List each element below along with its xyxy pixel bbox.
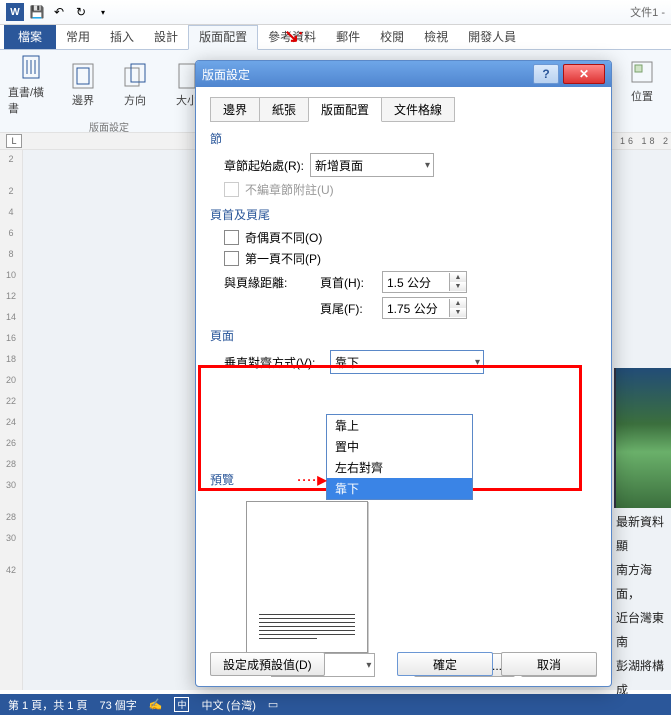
section-header: 節 (210, 130, 597, 147)
orientation-button[interactable]: 直書/橫書 (8, 52, 54, 116)
dialog-body: 邊界 紙張 版面配置 文件格線 節 章節起始處(R): 新增頁面 不編章節附註(… (196, 87, 611, 686)
cancel-button[interactable]: 取消 (501, 652, 597, 676)
tab-file[interactable]: 檔案 (4, 25, 56, 49)
dlg-tab-paper[interactable]: 紙張 (259, 97, 309, 122)
set-default-button[interactable]: 設定成預設值(D) (210, 652, 325, 676)
tab-insert[interactable]: 插入 (100, 26, 144, 49)
help-button[interactable]: ? (533, 64, 559, 84)
text-direction-icon (17, 54, 45, 82)
vertical-ruler: 224681012141618202224262830283042 (0, 150, 23, 690)
tab-developer[interactable]: 開發人員 (458, 26, 526, 49)
page-setup-dialog: 版面設定 ? ✕ 邊界 紙張 版面配置 文件格線 節 章節起始處(R): 新增頁… (195, 60, 612, 687)
tab-design[interactable]: 設計 (144, 26, 188, 49)
valign-select[interactable]: 靠下 (330, 350, 484, 374)
position-icon (628, 58, 656, 86)
section-start-select[interactable]: 新增頁面 (310, 153, 434, 177)
first-page-label: 第一頁不同(P) (245, 250, 321, 267)
header-distance-spinner[interactable]: 1.5 公分▲▼ (382, 271, 467, 293)
tab-mailings[interactable]: 郵件 (326, 26, 370, 49)
preview-label: 預覽 (210, 473, 234, 487)
valign-label: 垂直對齊方式(V): (224, 354, 324, 371)
status-bar: 第 1 頁，共 1 頁 73 個字 ✍ 中 中文 (台灣) ▭ (0, 694, 671, 715)
margins-button[interactable]: 邊界 (60, 60, 106, 108)
tab-selector-icon[interactable]: L (6, 134, 22, 148)
redo-icon[interactable]: ↻ (72, 3, 90, 21)
undo-icon[interactable]: ↶ (50, 3, 68, 21)
word-icon: W (6, 3, 24, 21)
position-label: 位置 (631, 88, 653, 104)
ime-icon[interactable]: 中 (174, 697, 189, 712)
status-language[interactable]: 中文 (台灣) (201, 697, 255, 713)
document-text-fragment: 最新資料顯 南方海面， 近台灣東南 彭湖將構成 (616, 510, 671, 702)
margins-icon (69, 62, 97, 90)
valign-option-bottom[interactable]: 靠下 (327, 478, 472, 499)
app-titlebar: W 💾 ↶ ↻ ▾ 文件1 - (0, 0, 671, 25)
header-distance-label: 頁首(H): (320, 274, 376, 291)
suppress-endnotes-label: 不編章節附註(U) (245, 181, 334, 198)
tab-review[interactable]: 校閱 (370, 26, 414, 49)
valign-option-center[interactable]: 置中 (327, 436, 472, 457)
ribbon-group-label: 版面設定 (89, 119, 129, 134)
valign-dropdown-open[interactable]: 靠上 置中 左右對齊 靠下 (326, 414, 473, 500)
page-orientation-icon (121, 62, 149, 90)
doc-title: 文件1 - (630, 4, 665, 20)
dialog-title: 版面設定 (202, 66, 250, 83)
margins-label: 邊界 (72, 92, 94, 108)
dlg-tab-layout[interactable]: 版面配置 (308, 97, 382, 122)
status-macro-icon[interactable]: ▭ (268, 698, 278, 711)
dlg-tab-grid[interactable]: 文件格線 (381, 97, 455, 122)
annotation-dotted-arrow-icon: ····▶ (297, 473, 327, 487)
tab-view[interactable]: 檢視 (414, 26, 458, 49)
satellite-image (614, 368, 671, 508)
direction-button[interactable]: 方向 (112, 60, 158, 108)
dialog-titlebar: 版面設定 ? ✕ (196, 61, 611, 87)
direction-label: 方向 (124, 92, 146, 108)
qat-dropdown-icon[interactable]: ▾ (94, 3, 112, 21)
page-preview (246, 501, 368, 653)
position-button[interactable]: 位置 (619, 56, 665, 104)
section-start-label: 章節起始處(R): (224, 157, 304, 174)
odd-even-label: 奇偶頁不同(O) (245, 229, 322, 246)
footer-distance-spinner[interactable]: 1.75 公分▲▼ (382, 297, 467, 319)
ok-button[interactable]: 確定 (397, 652, 493, 676)
dlg-tab-margins[interactable]: 邊界 (210, 97, 260, 122)
headers-section-header: 頁首及頁尾 (210, 206, 597, 223)
odd-even-checkbox[interactable] (224, 230, 239, 245)
save-icon[interactable]: 💾 (28, 3, 46, 21)
valign-option-justify[interactable]: 左右對齊 (327, 457, 472, 478)
tab-home[interactable]: 常用 (56, 26, 100, 49)
dialog-tabs: 邊界 紙張 版面配置 文件格線 (210, 97, 597, 122)
tab-references[interactable]: 參考資料 (258, 26, 326, 49)
ribbon-tabs: 檔案 常用 插入 設計 版面配置 參考資料 郵件 校閱 檢視 開發人員 (0, 25, 671, 50)
footer-distance-label: 頁尾(F): (320, 300, 376, 317)
valign-option-top[interactable]: 靠上 (327, 415, 472, 436)
suppress-endnotes-checkbox (224, 182, 239, 197)
close-button[interactable]: ✕ (563, 64, 605, 84)
status-proofing-icon[interactable]: ✍ (149, 698, 163, 711)
status-words[interactable]: 73 個字 (99, 697, 136, 713)
page-section-header: 頁面 (210, 327, 597, 344)
edge-distance-label: 與頁緣距離: (224, 274, 314, 291)
status-page[interactable]: 第 1 頁，共 1 頁 (8, 697, 87, 713)
tab-layout[interactable]: 版面配置 (188, 25, 258, 50)
orientation-label: 直書/橫書 (8, 84, 54, 116)
first-page-checkbox[interactable] (224, 251, 239, 266)
